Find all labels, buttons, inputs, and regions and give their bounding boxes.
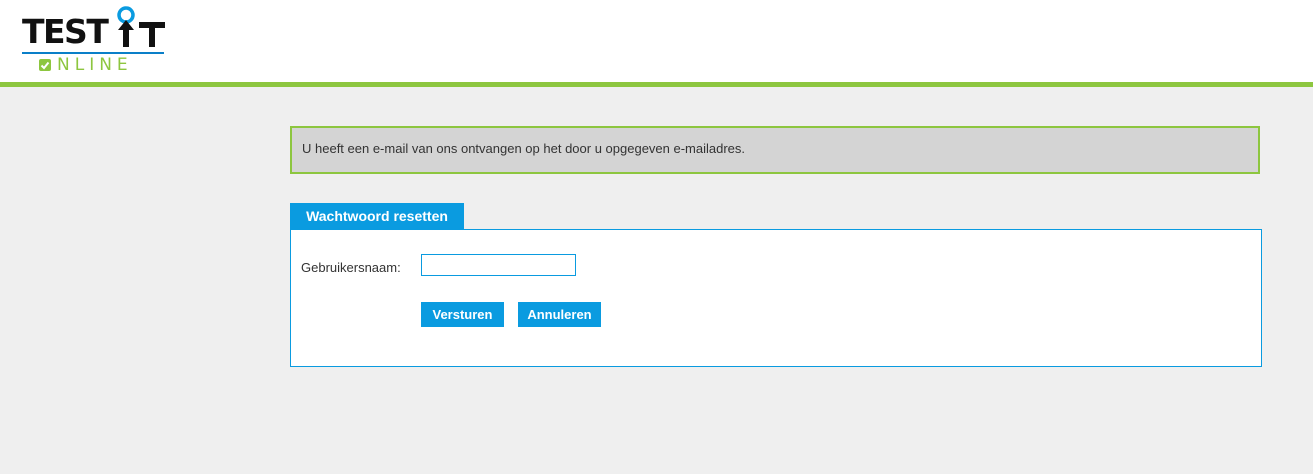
alert-message: U heeft een e-mail van ons ontvangen op …	[302, 141, 746, 156]
username-label: Gebruikersnaam:	[301, 260, 401, 275]
username-input[interactable]	[421, 254, 576, 276]
header: TEST NLINE	[0, 0, 1313, 87]
success-alert: U heeft een e-mail van ons ontvangen op …	[290, 126, 1260, 174]
reset-password-panel: Gebruikersnaam: Versturen Annuleren	[290, 229, 1262, 367]
logo-it-icon	[117, 6, 165, 47]
logo-text-bottom: NLINE	[57, 55, 133, 75]
logo-text-top: TEST	[22, 12, 109, 51]
cancel-button[interactable]: Annuleren	[518, 302, 601, 327]
logo-underline	[22, 52, 164, 54]
tab-wachtwoord-resetten: Wachtwoord resetten	[290, 203, 464, 230]
check-icon	[39, 59, 51, 71]
logo[interactable]: TEST NLINE	[22, 6, 165, 76]
submit-button[interactable]: Versturen	[421, 302, 504, 327]
